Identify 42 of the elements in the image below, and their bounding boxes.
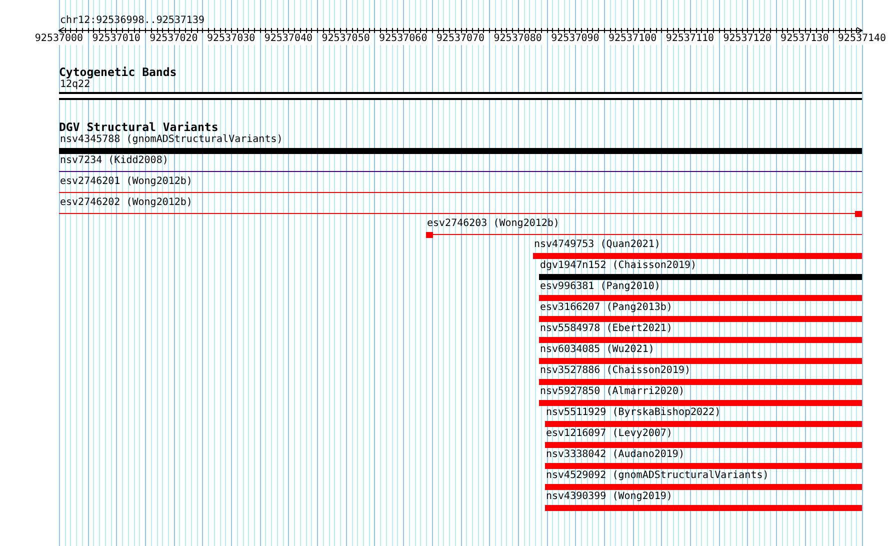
tick-label: 92537040 <box>264 33 312 45</box>
track-title: DGV Structural Variants <box>59 120 218 134</box>
variant-label: dgv1947n152 (Chaisson2019) <box>539 260 698 272</box>
variant-label: esv2746202 (Wong2012b) <box>59 197 194 209</box>
track-title: Cytogenetic Bands <box>59 66 177 79</box>
variant-label: esv2746203 (Wong2012b) <box>426 218 560 230</box>
variant-label: nsv3527886 (Chaisson2019) <box>539 365 692 377</box>
tick-label: 92537070 <box>436 33 485 45</box>
variant-label: nsv5927850 (Almarri2020) <box>539 386 686 398</box>
tick-label: 92537020 <box>150 33 198 45</box>
variant-label: esv2746201 (Wong2012b) <box>59 176 194 188</box>
variant-label: nsv4529092 (gnomADStructuralVariants) <box>545 470 770 482</box>
tick-label: 92537130 <box>780 33 829 45</box>
variant-label: esv996381 (Pang2010) <box>539 281 662 293</box>
tick-label: 92537120 <box>723 33 772 45</box>
tick-label: 92537110 <box>666 33 714 45</box>
variant-label: nsv5511929 (ByrskaBishop2022) <box>545 407 722 419</box>
variant-line-with-block[interactable] <box>59 210 862 216</box>
variant-label: nsv5584978 (Ebert2021) <box>539 323 674 335</box>
variant-label: nsv6034085 (Wu2021) <box>539 344 656 356</box>
tick-label: 92537100 <box>608 33 657 45</box>
variant-label: esv1216097 (Levy2007) <box>545 428 674 440</box>
tick-label: 92537010 <box>92 33 140 45</box>
location-label: chr12:92536998..92537139 <box>60 15 204 27</box>
tick-label: 92537060 <box>379 33 428 45</box>
tick-label: 92537000 <box>34 33 84 45</box>
variant-line[interactable] <box>59 168 862 174</box>
tick-label: 92537030 <box>206 33 256 45</box>
variant-label: esv3166207 (Pang2013b) <box>539 302 674 314</box>
variant-label: nsv7234 (Kidd2008) <box>59 155 170 167</box>
tick-label: 92537140 <box>838 33 886 45</box>
variant-label: nsv4390399 (Wong2019) <box>545 491 674 503</box>
variant-bar[interactable] <box>539 274 862 280</box>
variant-label: nsv4345788 (gnomADStructuralVariants) <box>59 134 284 146</box>
variant-bar[interactable] <box>59 148 862 154</box>
tick-label: 92537080 <box>494 33 542 45</box>
variant-label: nsv3338042 (Audano2019) <box>545 449 686 461</box>
variant-label: nsv4749753 (Quan2021) <box>533 239 662 251</box>
variant-line-with-block[interactable] <box>426 232 862 238</box>
band-label: 12q22 <box>60 79 90 91</box>
tick-label: 92537090 <box>551 33 600 45</box>
tick-label: 92537050 <box>322 33 370 45</box>
